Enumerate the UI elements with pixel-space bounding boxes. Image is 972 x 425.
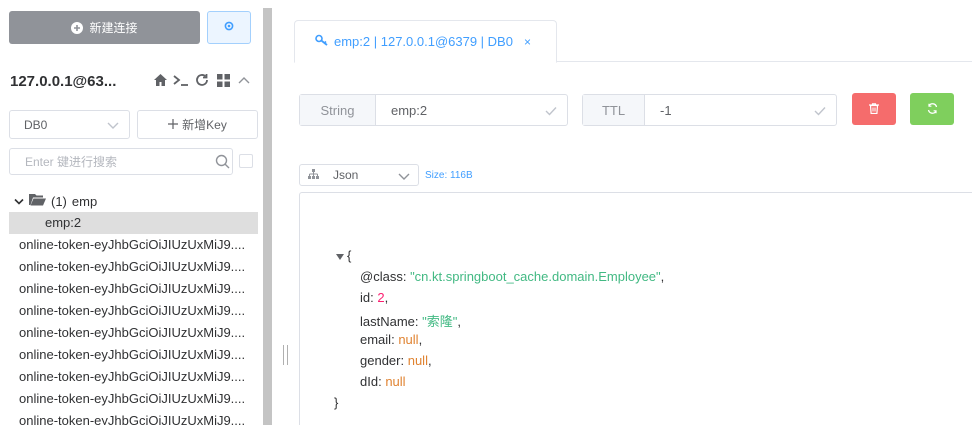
gear-icon xyxy=(223,20,235,35)
ttl-value: -1 xyxy=(660,102,672,118)
json-brace-close: } xyxy=(334,395,339,410)
chevron-down-icon[interactable] xyxy=(14,194,24,209)
refresh-key-button[interactable] xyxy=(910,93,954,125)
home-icon[interactable] xyxy=(152,72,168,88)
json-string-value: "cn.kt.springboot_cache.domain.Employee" xyxy=(410,269,661,284)
tree-item[interactable]: online-token-eyJhbGciOiJIUzUxMiJ9.... xyxy=(0,256,258,278)
search-icon[interactable] xyxy=(215,154,230,172)
folder-name: emp xyxy=(71,193,98,209)
json-null-value: null xyxy=(385,374,406,389)
panel-resize-handle[interactable] xyxy=(283,345,288,365)
json-line-email: email: null, xyxy=(360,332,423,347)
tab-bar: emp:2 | 127.0.0.1@6379 | DB0 × xyxy=(294,20,972,63)
json-line-lastname: lastName: "索隆", xyxy=(360,314,462,329)
chevron-down-icon xyxy=(107,119,119,133)
json-open-line: { xyxy=(336,248,351,263)
json-line-id: id: 2, xyxy=(360,290,389,305)
json-line-class: @class: "cn.kt.springboot_cache.domain.E… xyxy=(360,269,665,284)
ttl-input[interactable]: -1 xyxy=(645,95,836,125)
chevron-up-icon[interactable] xyxy=(236,72,252,88)
new-connection-button[interactable]: 新建连接 xyxy=(9,11,200,44)
terminal-icon[interactable] xyxy=(173,72,189,88)
json-key: email xyxy=(360,332,392,347)
tree-item[interactable]: online-token-eyJhbGciOiJIUzUxMiJ9.... xyxy=(0,366,258,388)
tree-item[interactable]: online-token-eyJhbGciOiJIUzUxMiJ9.... xyxy=(0,410,258,425)
value-size-label: Size: 116B xyxy=(425,170,473,181)
json-key: id xyxy=(360,290,371,305)
key-name-input[interactable]: emp:2 xyxy=(376,95,567,125)
json-key: lastName xyxy=(360,314,415,329)
json-line-gender: gender: null, xyxy=(360,353,432,368)
json-brace-open: { xyxy=(347,248,352,263)
ttl-label: TTL xyxy=(583,95,645,125)
exact-search-checkbox[interactable] xyxy=(239,154,253,168)
key-icon xyxy=(315,34,329,49)
delete-key-button[interactable] xyxy=(852,93,896,125)
json-line-did: dId: null xyxy=(360,374,406,389)
sitemap-icon xyxy=(308,168,319,182)
refresh-icon[interactable] xyxy=(194,72,210,88)
plus-circle-icon xyxy=(71,21,84,34)
connection-toolbar xyxy=(152,72,252,88)
format-select[interactable]: Json xyxy=(299,164,419,186)
connection-title[interactable]: 127.0.0.1@63... xyxy=(10,73,116,90)
tree-item[interactable]: online-token-eyJhbGciOiJIUzUxMiJ9.... xyxy=(0,234,258,256)
format-value: Json xyxy=(333,168,359,182)
settings-button[interactable] xyxy=(207,11,251,44)
chevron-down-icon xyxy=(398,170,410,184)
json-null-value: null xyxy=(398,332,419,347)
tab-label: emp:2 | 127.0.0.1@6379 | DB0 xyxy=(334,34,513,49)
key-tree: (1) emp emp:2 online-token-eyJhbGciOiJIU… xyxy=(0,190,258,425)
grid-icon[interactable] xyxy=(215,72,231,88)
json-key: gender xyxy=(360,353,401,368)
tree-item[interactable]: online-token-eyJhbGciOiJIUzUxMiJ9.... xyxy=(0,300,258,322)
new-key-button[interactable]: 新增Key xyxy=(137,110,258,139)
json-null-value: null xyxy=(407,353,428,368)
json-number-value: 2 xyxy=(377,290,385,305)
tree-item[interactable]: online-token-eyJhbGciOiJIUzUxMiJ9.... xyxy=(0,388,258,410)
collapse-toggle-icon[interactable] xyxy=(336,253,344,260)
new-key-label: 新增Key xyxy=(182,118,227,132)
tree-item[interactable]: online-token-eyJhbGciOiJIUzUxMiJ9.... xyxy=(0,344,258,366)
db-select-value: DB0 xyxy=(24,117,48,132)
key-type-label: String xyxy=(300,95,376,125)
folder-count: (1) xyxy=(51,193,67,209)
check-icon[interactable] xyxy=(545,104,557,119)
db-select[interactable]: DB0 xyxy=(9,110,130,139)
search-field[interactable] xyxy=(9,148,233,175)
plus-icon xyxy=(168,118,179,132)
key-name-value: emp:2 xyxy=(391,102,428,118)
tab-emp-2[interactable]: emp:2 | 127.0.0.1@6379 | DB0 × xyxy=(294,20,557,63)
refresh-icon xyxy=(927,102,938,117)
json-key: dId xyxy=(360,374,379,389)
sidebar-scrollbar[interactable] xyxy=(263,8,272,425)
trash-icon xyxy=(869,102,879,117)
json-close-line: } xyxy=(334,395,338,410)
tree-item-selected[interactable]: emp:2 xyxy=(9,212,258,234)
new-connection-label: 新建连接 xyxy=(89,21,138,35)
sidebar: 新建连接 127.0.0.1@63... DB0 新增Key Enter 键进行… xyxy=(0,0,272,425)
folder-open-icon xyxy=(29,193,46,209)
json-string-value: "索隆" xyxy=(422,314,458,329)
tree-item[interactable]: online-token-eyJhbGciOiJIUzUxMiJ9.... xyxy=(0,322,258,344)
check-icon[interactable] xyxy=(814,104,826,119)
json-viewer[interactable]: { @class: "cn.kt.springboot_cache.domain… xyxy=(299,192,972,425)
tree-folder-emp[interactable]: (1) emp xyxy=(0,190,258,212)
ttl-group: TTL -1 xyxy=(582,94,837,126)
search-input[interactable] xyxy=(25,154,205,169)
tree-item[interactable]: online-token-eyJhbGciOiJIUzUxMiJ9.... xyxy=(0,278,258,300)
json-key: @class xyxy=(360,269,403,284)
key-name-group: String emp:2 xyxy=(299,94,568,126)
close-icon[interactable]: × xyxy=(524,35,531,49)
